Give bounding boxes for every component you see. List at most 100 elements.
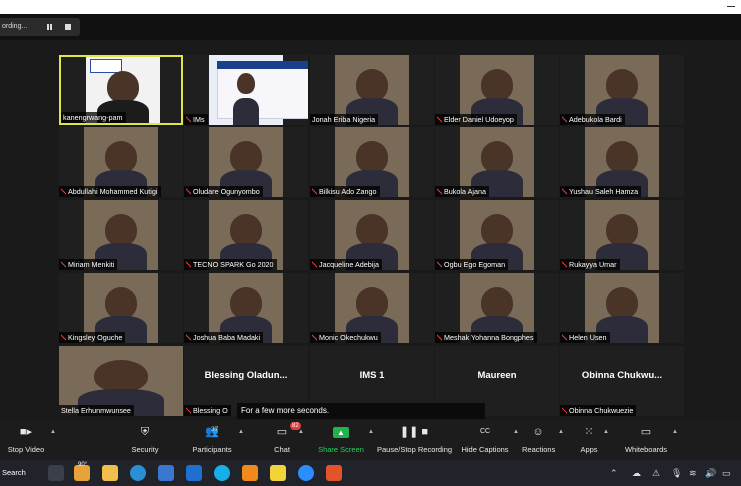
- participant-name: Elder Daniel Udoeyop: [444, 115, 514, 124]
- shield-icon: ⛨: [140, 426, 150, 438]
- recording-indicator: ording...: [0, 18, 80, 36]
- chevron-up-icon[interactable]: ▲: [238, 429, 244, 435]
- participant-tile[interactable]: Abdullahi Mohammed Kutigi: [59, 127, 183, 197]
- participant-tile[interactable]: Oludare Ogunyombo: [184, 127, 308, 197]
- vlc-icon[interactable]: [242, 465, 258, 481]
- participant-name: kanengrwang-pam: [63, 113, 123, 122]
- weather-temp: 90°: [78, 462, 88, 468]
- wifi-icon[interactable]: ≋: [689, 468, 697, 479]
- slide-header: [217, 61, 308, 69]
- participant-tile[interactable]: Monic Okechukwu: [310, 273, 434, 343]
- participant-name-tag: Meshak Yohanna Bongphes: [435, 332, 537, 343]
- participant-name-tag: Stella Erhunmwunsee: [59, 405, 134, 416]
- participant-name-tag: Obinna Chukwuezie: [560, 405, 637, 416]
- store-icon[interactable]: [158, 465, 174, 481]
- hide-captions-button[interactable]: CC Hide Captions ▲: [461, 424, 519, 458]
- participant-tile[interactable]: Yushau Saleh Hamza: [560, 127, 684, 197]
- file-explorer-icon[interactable]: [102, 465, 118, 481]
- participant-tile[interactable]: Kingsley Oguche: [59, 273, 183, 343]
- participant-name: TECNO SPARK Go 2020: [193, 260, 274, 269]
- share-screen-button[interactable]: ▲ Share Screen ▲: [318, 424, 374, 458]
- chevron-up-icon[interactable]: ▲: [298, 429, 304, 435]
- participant-name-tag: Oludare Ogunyombo: [184, 186, 263, 197]
- stop-recording-icon[interactable]: [65, 24, 71, 30]
- window-title-bar: [0, 0, 741, 14]
- participant-tile[interactable]: Jacqueline Adebija: [310, 200, 434, 270]
- participant-tile[interactable]: kanengrwang-pam: [59, 55, 183, 125]
- participant-name: Ogbu Ego Egoman: [444, 260, 506, 269]
- participant-tile[interactable]: Bilkisu Ado Zango: [310, 127, 434, 197]
- zoom-icon[interactable]: [298, 465, 314, 481]
- muted-mic-icon: [437, 188, 442, 195]
- chevron-up-icon[interactable]: ▲: [603, 429, 609, 435]
- cloud-icon[interactable]: ☁: [632, 468, 641, 479]
- brave-browser-icon[interactable]: [326, 465, 342, 481]
- reactions-button[interactable]: ☺ Reactions ▲: [522, 424, 564, 458]
- participant-display-name: Obinna Chukwu...: [581, 370, 663, 381]
- participant-head: [605, 69, 639, 102]
- taskbar-search[interactable]: Search: [0, 460, 42, 486]
- participant-tile[interactable]: Helen Usen: [560, 273, 684, 343]
- participant-name: Bilkisu Ado Zango: [319, 187, 377, 196]
- minimize-icon[interactable]: [727, 6, 735, 7]
- pause-stop-recording-button[interactable]: ❚❚ ■ Pause/Stop Recording: [377, 424, 453, 458]
- participant-tile[interactable]: Obinna Chukwu... Obinna Chukwuezie: [560, 346, 684, 416]
- edge-browser-icon[interactable]: [130, 465, 146, 481]
- participant-head: [355, 287, 389, 320]
- participant-head: [605, 287, 639, 320]
- volume-icon[interactable]: 🔊: [705, 468, 716, 479]
- chevron-up-icon[interactable]: ▲: [558, 429, 564, 435]
- apps-button[interactable]: ⁙ Apps ▲: [579, 424, 609, 458]
- pause-stop-label: Pause/Stop Recording: [377, 445, 453, 454]
- participant-head: [229, 287, 263, 320]
- participant-tile[interactable]: Ogbu Ego Egoman: [435, 200, 559, 270]
- muted-mic-icon: [186, 261, 191, 268]
- whiteboards-button[interactable]: ▭ Whiteboards ▲: [624, 424, 678, 458]
- photos-icon[interactable]: [186, 465, 202, 481]
- task-view-icon[interactable]: [48, 465, 64, 481]
- participant-tile[interactable]: Joshua Baba Madaki: [184, 273, 308, 343]
- muted-mic-icon: [61, 261, 66, 268]
- chevron-up-icon[interactable]: ▲: [368, 429, 374, 435]
- chevron-up-icon[interactable]: ▲: [672, 429, 678, 435]
- participant-head: [480, 287, 514, 320]
- participant-name-tag: Rukayya Umar: [560, 259, 620, 270]
- presenter-head: [237, 72, 255, 94]
- participant-tile[interactable]: Stella Erhunmwunsee: [59, 346, 183, 416]
- video-camera-icon: ■▸: [19, 426, 33, 438]
- participant-tile[interactable]: Adebukola Bardi: [560, 55, 684, 125]
- participant-tile[interactable]: Rukayya Umar: [560, 200, 684, 270]
- participant-tile[interactable]: Meshak Yohanna Bongphes: [435, 273, 559, 343]
- participant-name: Blessing O: [193, 406, 228, 415]
- participant-tile[interactable]: Elder Daniel Udoeyop: [435, 55, 559, 125]
- battery-icon[interactable]: ▭: [722, 468, 731, 479]
- participant-head: [229, 214, 263, 247]
- security-button[interactable]: ⛨ Security: [128, 424, 162, 458]
- muted-mic-icon: [437, 261, 442, 268]
- muted-mic-icon: [186, 407, 191, 414]
- recording-label: ording...: [2, 23, 28, 30]
- participant-name: Jacqueline Adebija: [319, 260, 379, 269]
- participant-name: Miriam Menkiti: [68, 260, 115, 269]
- alert-icon[interactable]: ⚠: [652, 468, 660, 479]
- chevron-up-icon[interactable]: ▲: [50, 429, 56, 435]
- chat-label: Chat: [274, 445, 290, 454]
- participant-tile[interactable]: TECNO SPARK Go 2020: [184, 200, 308, 270]
- participants-button[interactable]: 👥 37 Participants ▲: [190, 424, 244, 458]
- stop-video-button[interactable]: ■▸ Stop Video ▲: [6, 424, 56, 458]
- pause-recording-icon[interactable]: [47, 24, 52, 30]
- participant-tile[interactable]: IMs: [184, 55, 308, 125]
- participant-tile[interactable]: Bukola Ajana: [435, 127, 559, 197]
- participant-tile[interactable]: Miriam Menkiti: [59, 200, 183, 270]
- chevron-up-icon[interactable]: ⌃: [610, 468, 618, 479]
- chevron-up-icon[interactable]: ▲: [513, 429, 519, 435]
- participant-tile[interactable]: Jonah Eriba Nigeria: [310, 55, 434, 125]
- chat-button[interactable]: ▭ 82 Chat ▲: [270, 422, 304, 458]
- participant-name-tag: Adebukola Bardi: [560, 114, 625, 125]
- cortana-icon[interactable]: [214, 465, 230, 481]
- participant-name-tag: Jonah Eriba Nigeria: [310, 114, 379, 125]
- microphone-icon[interactable]: 🎙: [671, 468, 682, 479]
- muted-mic-icon: [562, 261, 567, 268]
- sticky-notes-icon[interactable]: [270, 465, 286, 481]
- participant-head: [480, 69, 514, 102]
